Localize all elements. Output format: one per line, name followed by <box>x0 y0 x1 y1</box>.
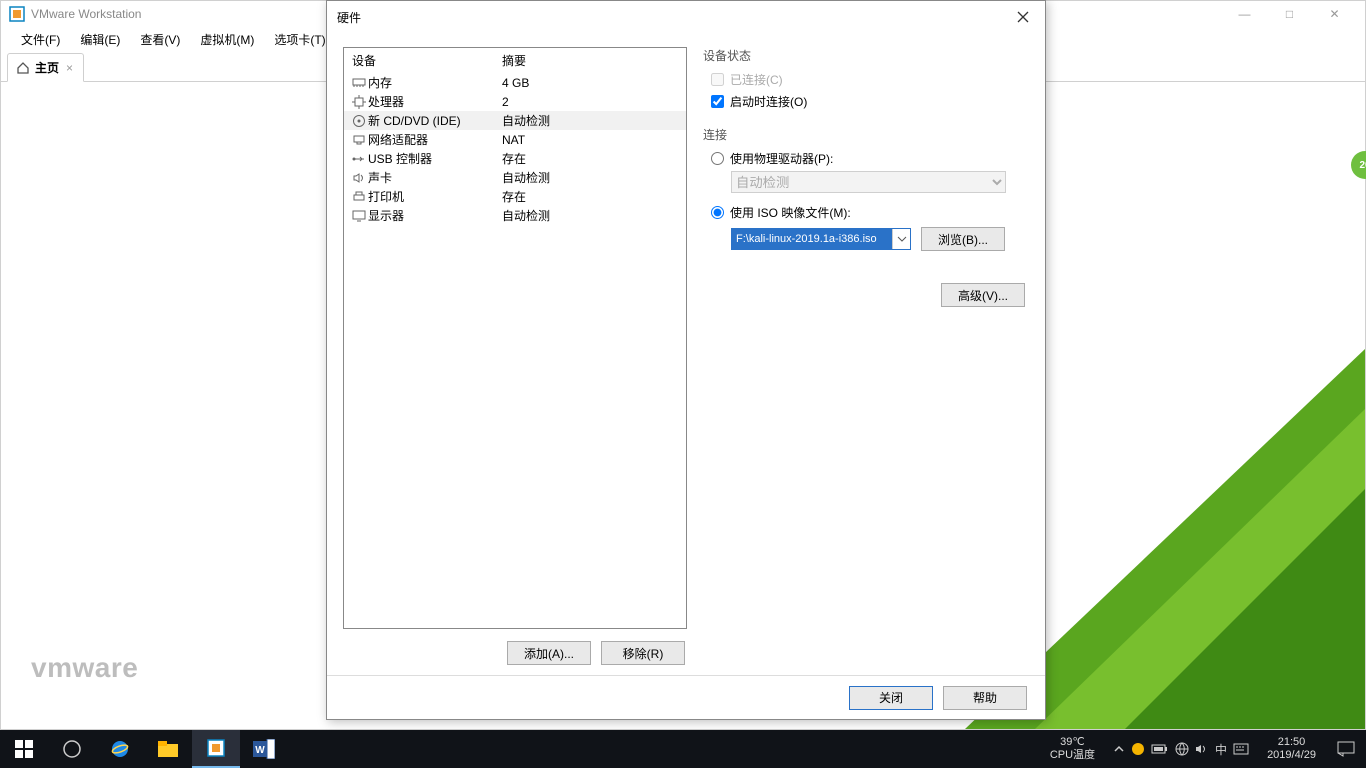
edge-badge[interactable]: 20 <box>1351 151 1366 179</box>
dialog-title: 硬件 <box>337 9 361 26</box>
cpu-icon <box>350 95 368 109</box>
taskbar-explorer-icon[interactable] <box>144 730 192 768</box>
taskbar-word-icon[interactable]: W <box>240 730 288 768</box>
tray-security-icon[interactable] <box>1131 742 1145 756</box>
tray-volume-icon[interactable] <box>1195 743 1209 755</box>
dialog-close-ok-button[interactable]: 关闭 <box>849 686 933 710</box>
iso-path-value[interactable]: F:\kali-linux-2019.1a-i386.iso <box>732 229 892 249</box>
connection-group: 连接 使用物理驱动器(P): 自动检测 使用 ISO 映像文件(M): <box>703 126 1025 307</box>
connect-at-poweron-label: 启动时连接(O) <box>730 93 807 110</box>
device-status-title: 设备状态 <box>703 47 1025 64</box>
main-window-title: VMware Workstation <box>31 7 141 21</box>
remove-hardware-button[interactable]: 移除(R) <box>601 641 685 665</box>
iso-path-combo[interactable]: F:\kali-linux-2019.1a-i386.iso <box>731 228 911 250</box>
menu-edit[interactable]: 编辑(E) <box>70 28 130 51</box>
use-iso-label: 使用 ISO 映像文件(M): <box>730 204 851 221</box>
minimize-button[interactable]: — <box>1222 1 1267 26</box>
system-tray: 39℃ CPU温度 中 21:50 2019/4/29 <box>1040 730 1366 768</box>
advanced-button[interactable]: 高级(V)... <box>941 283 1025 307</box>
tab-home-label: 主页 <box>35 59 59 76</box>
tray-notifications-icon[interactable] <box>1326 730 1366 768</box>
cd-icon <box>350 114 368 128</box>
vmware-brand-logo: vmware <box>31 652 138 684</box>
taskbar-app-1[interactable] <box>48 730 96 768</box>
menu-tabs[interactable]: 选项卡(T) <box>264 28 335 51</box>
hardware-list[interactable]: 设备 摘要 内存 4 GB 处理器 2 新 CD/DVD (IDE) 自动检测 <box>343 47 687 629</box>
col-summary: 摘要 <box>502 52 526 69</box>
menu-file[interactable]: 文件(F) <box>11 28 70 51</box>
memory-icon <box>350 77 368 89</box>
browse-button[interactable]: 浏览(B)... <box>921 227 1005 251</box>
hw-row-cpu[interactable]: 处理器 2 <box>344 92 686 111</box>
use-iso-radio[interactable] <box>711 206 724 219</box>
tray-ime-keyboard-icon[interactable] <box>1233 743 1249 755</box>
hw-row-sound[interactable]: 声卡 自动检测 <box>344 168 686 187</box>
device-status-group: 设备状态 已连接(C) 启动时连接(O) <box>703 47 1025 110</box>
use-physical-radio[interactable] <box>711 152 724 165</box>
physical-drive-select: 自动检测 <box>731 171 1006 193</box>
hw-row-memory[interactable]: 内存 4 GB <box>344 73 686 92</box>
taskbar-vmware-icon[interactable] <box>192 730 240 768</box>
taskbar-ie-icon[interactable] <box>96 730 144 768</box>
hw-row-usb[interactable]: USB 控制器 存在 <box>344 149 686 168</box>
start-button[interactable] <box>0 730 48 768</box>
col-device: 设备 <box>352 52 502 69</box>
home-icon <box>16 61 30 75</box>
tab-home[interactable]: 主页 × <box>7 53 84 82</box>
tray-chevron-up-icon[interactable] <box>1113 743 1125 755</box>
usb-icon <box>350 153 368 165</box>
vmware-app-icon <box>9 6 25 22</box>
connected-checkbox <box>711 73 724 86</box>
dialog-bottom-bar: 关闭 帮助 <box>327 675 1045 719</box>
hardware-list-header: 设备 摘要 <box>344 48 686 73</box>
hw-row-network[interactable]: 网络适配器 NAT <box>344 130 686 149</box>
close-window-button[interactable]: ✕ <box>1312 1 1357 26</box>
maximize-button[interactable]: □ <box>1267 1 1312 26</box>
dialog-titlebar[interactable]: 硬件 <box>327 1 1045 33</box>
dialog-help-button[interactable]: 帮助 <box>943 686 1027 710</box>
chevron-down-icon[interactable] <box>892 229 910 249</box>
hw-row-printer[interactable]: 打印机 存在 <box>344 187 686 206</box>
tray-temperature[interactable]: 39℃ CPU温度 <box>1040 736 1105 762</box>
hw-row-display[interactable]: 显示器 自动检测 <box>344 206 686 225</box>
connect-at-poweron-checkbox[interactable] <box>711 95 724 108</box>
hardware-dialog: 硬件 设备 摘要 内存 4 GB 处理器 2 <box>326 0 1046 720</box>
tray-battery-icon[interactable] <box>1151 743 1169 755</box>
network-icon <box>350 134 368 146</box>
tab-close-button[interactable]: × <box>64 61 75 75</box>
svg-text:W: W <box>255 745 265 756</box>
connection-title: 连接 <box>703 126 1025 143</box>
connected-label: 已连接(C) <box>730 71 783 88</box>
menu-vm[interactable]: 虚拟机(M) <box>190 28 264 51</box>
sound-icon <box>350 172 368 184</box>
hw-row-cddvd[interactable]: 新 CD/DVD (IDE) 自动检测 <box>344 111 686 130</box>
dialog-close-button[interactable] <box>1000 2 1045 32</box>
tray-network-icon[interactable] <box>1175 742 1189 756</box>
add-hardware-button[interactable]: 添加(A)... <box>507 641 591 665</box>
printer-icon <box>350 191 368 203</box>
tray-ime-lang[interactable]: 中 <box>1215 741 1227 758</box>
display-icon <box>350 210 368 222</box>
tray-clock[interactable]: 21:50 2019/4/29 <box>1257 736 1326 762</box>
use-physical-label: 使用物理驱动器(P): <box>730 150 833 167</box>
menu-view[interactable]: 查看(V) <box>130 28 190 51</box>
windows-taskbar[interactable]: W 39℃ CPU温度 中 21:50 2019/4/29 <box>0 730 1366 768</box>
